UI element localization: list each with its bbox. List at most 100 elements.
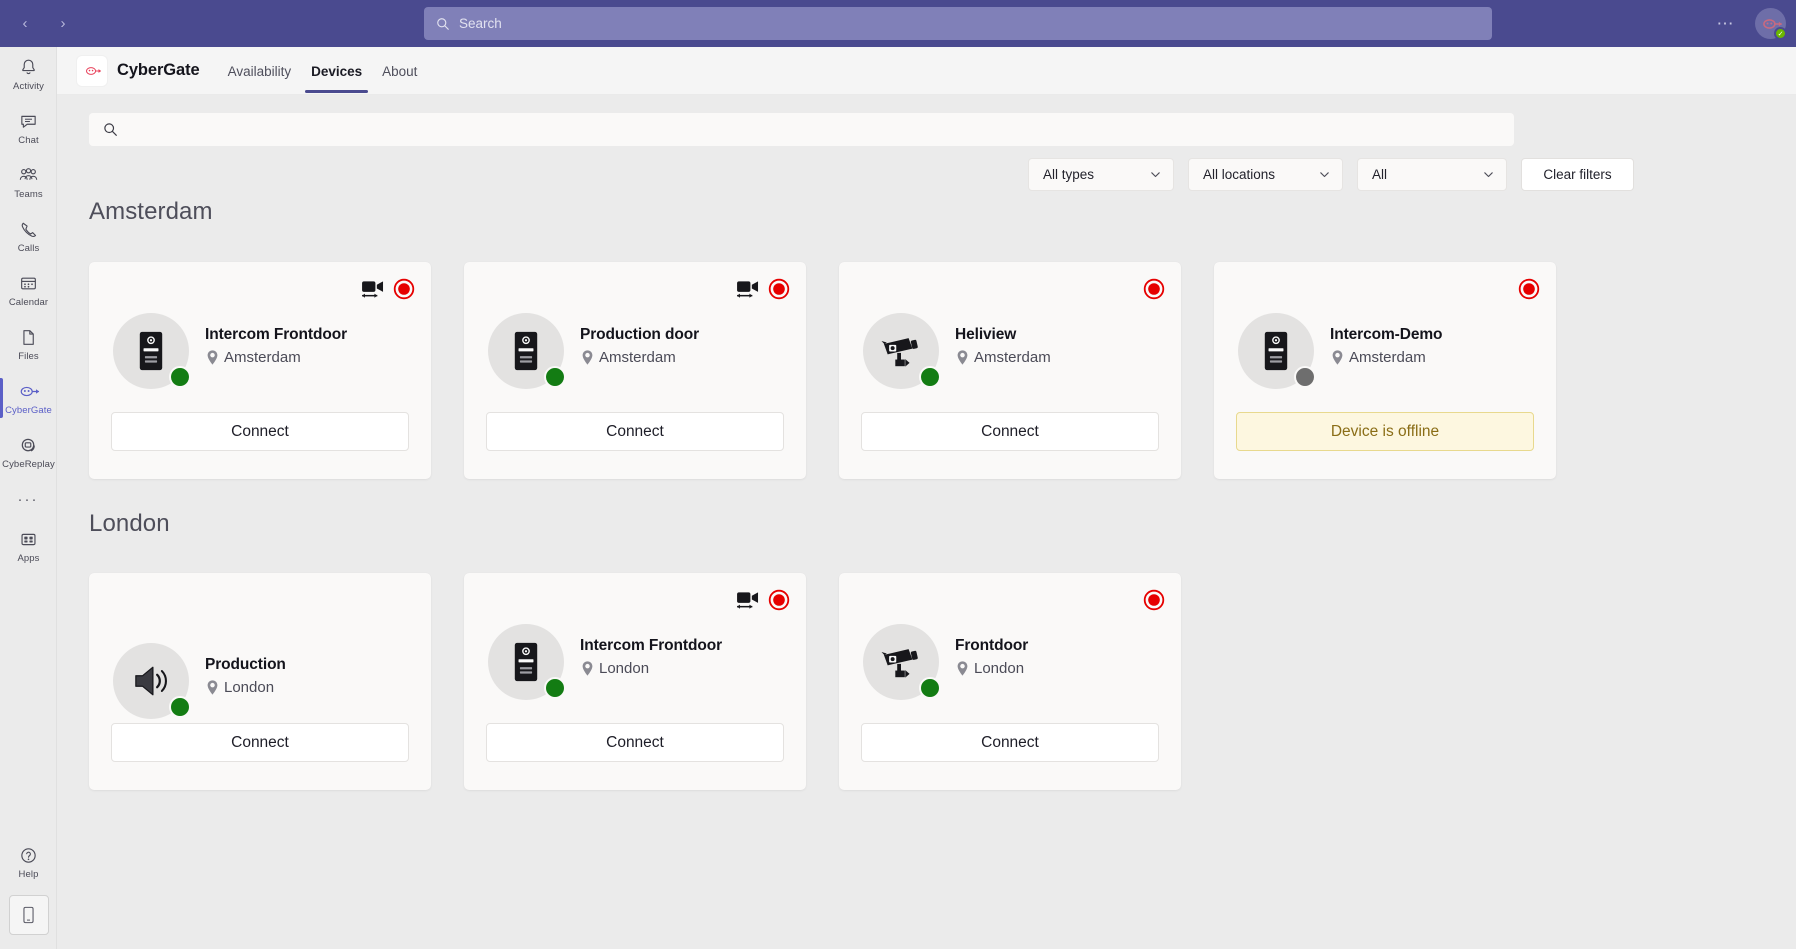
device-card-body: Heliview Amsterdam [861, 313, 1159, 389]
device-name: Frontdoor [955, 637, 1029, 654]
sidebar-label-help: Help [18, 868, 39, 880]
device-location-label: Amsterdam [599, 349, 676, 366]
location-filter-select[interactable]: All locations [1188, 158, 1343, 191]
type-filter-select[interactable]: All types [1028, 158, 1174, 191]
back-button[interactable]: ‹ [14, 13, 36, 35]
user-avatar[interactable]: ✓ [1755, 8, 1787, 40]
device-card-body: Intercom Frontdoor London [486, 624, 784, 700]
cctv-camera-icon [881, 338, 918, 367]
tab-devices[interactable]: Devices [301, 49, 372, 93]
sidebar-item-activity[interactable]: Activity [0, 47, 57, 101]
global-search-input[interactable]: Search [424, 7, 1492, 40]
device-name: Production door [580, 326, 700, 343]
card-badges [736, 278, 790, 300]
device-location: Amsterdam [580, 349, 699, 366]
apps-icon [19, 529, 38, 551]
speaker-icon [135, 666, 167, 696]
connect-button[interactable]: Connect [861, 723, 1159, 762]
connect-button[interactable]: Connect [861, 412, 1159, 451]
chat-icon [19, 111, 38, 133]
global-search-wrapper: Search [424, 7, 1492, 40]
device-location-label: Amsterdam [224, 349, 301, 366]
device-card-body: Production door Amsterdam [486, 313, 784, 389]
device-name: Heliview [955, 326, 1017, 343]
cybergate-icon [17, 381, 40, 403]
device-card[interactable]: Intercom-Demo Amsterdam Device is offline [1214, 262, 1556, 479]
nav-arrows: ‹ › [14, 13, 78, 35]
status-badge [1294, 366, 1316, 388]
card-badges [361, 278, 415, 300]
device-text: Frontdoor London [955, 624, 1028, 677]
sidebar-label-calls: Calls [17, 242, 40, 254]
forward-button[interactable]: › [52, 13, 74, 35]
chevron-down-icon [1482, 168, 1495, 181]
intercom-icon [139, 331, 163, 371]
device-card[interactable]: Heliview Amsterdam Connect [839, 262, 1181, 479]
device-card[interactable]: Intercom Frontdoor Amsterdam Connect [89, 262, 431, 479]
sidebar-item-chat[interactable]: Chat [0, 101, 57, 155]
status-badge [544, 677, 566, 699]
device-search-input[interactable] [89, 113, 1514, 146]
device-location-label: Amsterdam [974, 349, 1051, 366]
device-card-body: Frontdoor London [861, 624, 1159, 700]
sidebar-item-cybergate[interactable]: CyberGate [0, 371, 57, 425]
device-name: Intercom-Demo [1330, 326, 1443, 343]
device-location-label: London [599, 660, 650, 677]
device-name: Intercom Frontdoor [205, 326, 347, 343]
device-text: Intercom Frontdoor London [580, 624, 722, 677]
tab-availability[interactable]: Availability [218, 49, 302, 93]
section-title-london: London [89, 510, 170, 537]
sidebar-item-teams[interactable]: Teams [0, 155, 57, 209]
clear-filters-button[interactable]: Clear filters [1521, 158, 1634, 191]
location-pin-icon [205, 679, 220, 696]
topbar-right-cluster: ⋯ ✓ [1711, 0, 1787, 47]
topbar-more-button[interactable]: ⋯ [1711, 10, 1742, 38]
device-location-label: London [974, 660, 1025, 677]
location-pin-icon [580, 660, 595, 677]
sidebar-label-activity: Activity [13, 80, 44, 92]
sidebar-label-calendar: Calendar [8, 296, 49, 308]
sidebar-item-help[interactable]: Help [0, 835, 57, 889]
download-mobile-app-button[interactable] [8, 895, 49, 935]
sidebar-item-calls[interactable]: Calls [0, 209, 57, 263]
sidebar-item-cybereplay[interactable]: CybeReplay [0, 425, 57, 479]
device-card[interactable]: Production London Connect [89, 573, 431, 790]
device-card[interactable]: Production door Amsterdam Connect [464, 262, 806, 479]
device-card[interactable]: Frontdoor London Connect [839, 573, 1181, 790]
location-pin-icon [955, 349, 970, 366]
device-grid-amsterdam: Intercom Frontdoor Amsterdam Connect Produc… [89, 262, 1589, 479]
location-pin-icon [1330, 349, 1345, 366]
connect-button[interactable]: Connect [111, 723, 409, 762]
status-filter-select[interactable]: All [1357, 158, 1507, 191]
page-title: CyberGate [117, 61, 200, 79]
recording-indicator-icon [1143, 589, 1165, 611]
recording-indicator-icon [768, 589, 790, 611]
sidebar-label-cybergate: CyberGate [5, 404, 52, 416]
device-avatar [488, 624, 566, 700]
status-badge [169, 696, 191, 718]
connect-button[interactable]: Connect [486, 412, 784, 451]
sidebar-item-calendar[interactable]: Calendar [0, 263, 57, 317]
chevron-down-icon [1149, 168, 1162, 181]
device-avatar [1238, 313, 1316, 389]
device-text: Heliview Amsterdam [955, 313, 1051, 366]
connect-button[interactable]: Connect [111, 412, 409, 451]
location-filter-value: All locations [1203, 167, 1276, 182]
intercom-icon [514, 642, 538, 682]
app-logo [77, 55, 107, 86]
device-card-body: Production London [111, 643, 409, 719]
recording-indicator-icon [1143, 278, 1165, 300]
location-pin-icon [205, 349, 220, 366]
sidebar-item-files[interactable]: Files [0, 317, 57, 371]
sidebar-more-apps-button[interactable]: ··· [0, 479, 56, 519]
device-location: Amsterdam [205, 349, 347, 366]
status-badge [169, 366, 191, 388]
device-card[interactable]: Intercom Frontdoor London Connect [464, 573, 806, 790]
card-badges [1518, 278, 1540, 300]
device-avatar [113, 313, 191, 389]
cybergate-logo-icon [85, 66, 101, 75]
connect-button[interactable]: Connect [486, 723, 784, 762]
sidebar-item-apps[interactable]: Apps [0, 519, 57, 573]
tab-about[interactable]: About [372, 49, 427, 93]
device-location: London [580, 660, 722, 677]
